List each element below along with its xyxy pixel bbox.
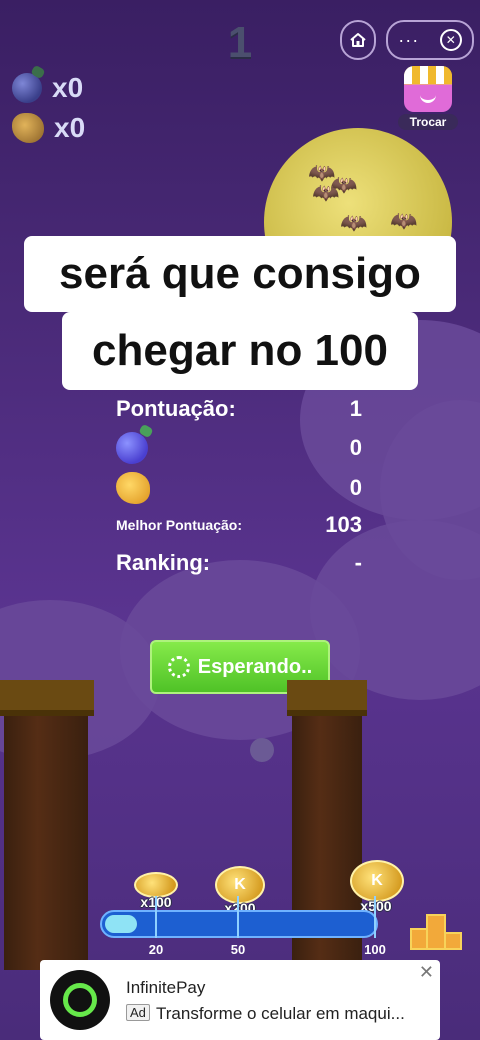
milestone-label: 20 xyxy=(148,942,164,957)
coin-icon: K xyxy=(215,866,265,904)
score-label: Pontuação: xyxy=(116,396,236,421)
berries-value: 0 xyxy=(349,435,362,460)
current-score: 1 xyxy=(227,18,253,67)
best-score-label: Melhor Pontuação: xyxy=(116,517,243,533)
ranking-label: Ranking: xyxy=(116,550,211,575)
popcorn-counter: x0 xyxy=(12,110,85,146)
ad-banner[interactable]: InfinitePay Ad Transforme o celular em m… xyxy=(40,960,440,1040)
milestone-label: 100 xyxy=(364,942,386,957)
milestone-label: 50 xyxy=(230,942,246,957)
milestone-tick xyxy=(374,896,376,938)
berries-row: 0 xyxy=(116,432,362,464)
popcorn-icon xyxy=(116,472,150,504)
shop-label: Trocar xyxy=(398,114,458,130)
ranking-value: - xyxy=(354,550,362,575)
best-score-row: Melhor Pontuação: 103 xyxy=(116,512,362,538)
score-value: 1 xyxy=(349,396,362,421)
progress-fill xyxy=(105,915,137,933)
video-caption: será que consigo chegar no 100 xyxy=(24,236,456,390)
popcorn-row: 0 xyxy=(116,472,362,504)
shop-button[interactable]: Trocar xyxy=(398,66,458,130)
infinitepay-logo-icon xyxy=(50,970,110,1030)
game-screen: 🦇 🦇 🦇 🦇 🦇 1 x0 x0 ··· ✕ Trocar será que … xyxy=(0,0,480,1040)
ranking-row: Ranking: - xyxy=(116,550,362,576)
popcorn-value: 0 xyxy=(349,475,362,500)
right-pillar-cap xyxy=(287,680,367,716)
reward-500: K x500 xyxy=(350,860,404,914)
ad-title: InfinitePay xyxy=(126,978,206,997)
home-button[interactable] xyxy=(340,20,376,60)
popcorn-icon xyxy=(12,113,44,143)
berry-counter: x0 xyxy=(12,70,83,106)
best-score-value: 103 xyxy=(325,512,362,537)
progress-bar xyxy=(100,910,378,938)
score-row: Pontuação: 1 xyxy=(116,396,362,422)
podium-1 xyxy=(426,914,446,950)
ad-text: Transforme o celular em maqui... xyxy=(156,1004,405,1023)
close-icon[interactable]: ✕ xyxy=(439,29,462,51)
coin-letter: K xyxy=(371,872,383,889)
coin-icon: K xyxy=(350,860,404,902)
milestone-tick xyxy=(237,896,239,938)
bat-icon: 🦇 xyxy=(390,208,418,233)
blueberry-icon xyxy=(116,432,148,464)
bat-icon: 🦇 xyxy=(312,180,340,205)
close-glyph: ✕ xyxy=(445,33,456,47)
ad-close-icon[interactable]: ✕ xyxy=(419,962,434,983)
ad-badge: Ad xyxy=(126,1004,150,1021)
mini-program-capsule: ··· ✕ xyxy=(386,20,474,60)
coin-letter: K xyxy=(234,876,246,893)
milestone-tick xyxy=(155,896,157,938)
home-icon xyxy=(350,33,366,47)
trophy-podium-icon[interactable] xyxy=(406,900,464,950)
waiting-label: Esperando.. xyxy=(197,655,313,678)
berry-count: x0 xyxy=(52,72,84,103)
spinner-icon xyxy=(167,656,190,678)
left-pillar xyxy=(4,710,88,970)
caption-line-1: será que consigo xyxy=(24,236,456,312)
podium-3 xyxy=(444,932,462,950)
more-icon[interactable]: ··· xyxy=(398,30,419,51)
player-ball xyxy=(250,738,274,762)
caption-line-2: chegar no 100 xyxy=(62,312,418,390)
reward-200: K x200 xyxy=(214,866,266,916)
popcorn-count: x0 xyxy=(54,112,86,143)
blueberry-icon xyxy=(12,73,42,103)
shop-icon xyxy=(404,66,452,112)
bat-icon: 🦇 xyxy=(340,210,368,235)
left-pillar-cap xyxy=(0,680,94,716)
